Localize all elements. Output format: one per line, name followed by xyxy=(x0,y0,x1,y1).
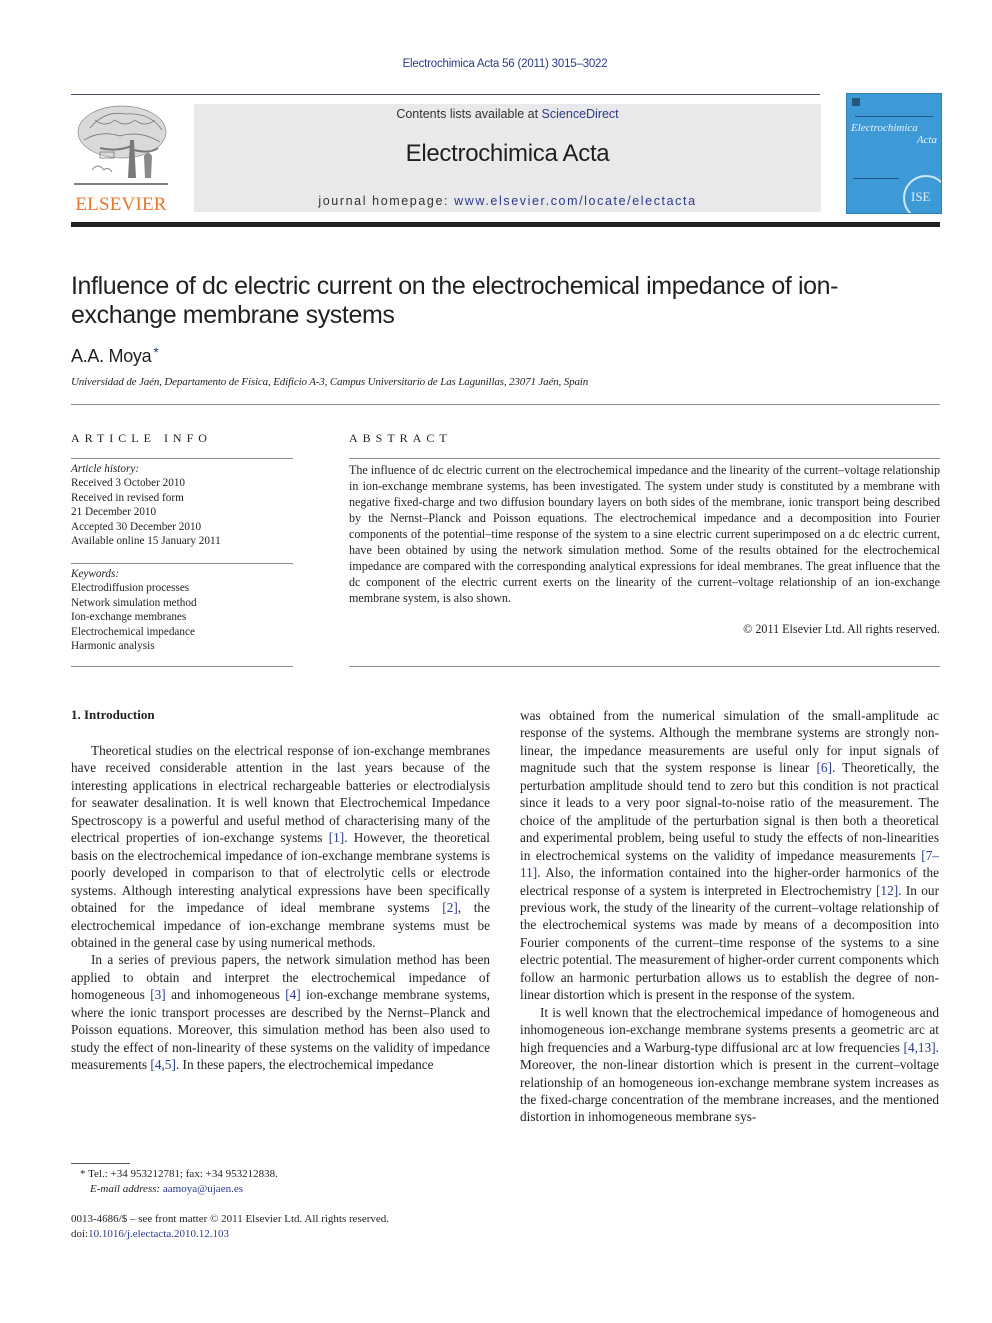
citation-link[interactable]: [1] xyxy=(329,830,345,845)
journal-reference-link[interactable]: Electrochimica Acta 56 (2011) 3015–3022 xyxy=(0,58,992,70)
text: . Theoretically, the perturbation amplit… xyxy=(520,760,939,863)
article-info-heading: ARTICLE INFO xyxy=(71,431,212,445)
affiliation-divider xyxy=(71,404,940,405)
keywords-label: Keywords: xyxy=(71,568,120,580)
header-divider xyxy=(71,94,820,95)
doi-link[interactable]: 10.1016/j.electacta.2010.12.103 xyxy=(88,1228,229,1240)
citation-link[interactable]: [4] xyxy=(285,987,301,1002)
paragraph: It is well known that the electrochemica… xyxy=(520,1004,939,1126)
elsevier-wordmark: ELSEVIER xyxy=(75,194,167,215)
keyword-item: Electrochemical impedance xyxy=(71,625,195,638)
citation-link[interactable]: [2] xyxy=(442,900,458,915)
history-item: 21 December 2010 xyxy=(71,506,157,519)
history-item: Accepted 30 December 2010 xyxy=(71,520,202,533)
footnote-marker: * xyxy=(80,1168,86,1180)
divider xyxy=(349,458,940,459)
author-name: A.A. Moya xyxy=(71,346,152,366)
body-column-left: Theoretical studies on the electrical re… xyxy=(71,742,490,1074)
cover-publisher-mark xyxy=(852,98,860,106)
keyword-item: Network simulation method xyxy=(71,596,197,609)
citation-link[interactable]: [12] xyxy=(876,883,898,898)
paragraph: Theoretical studies on the electrical re… xyxy=(71,742,490,951)
cover-divider xyxy=(855,116,933,117)
paragraph: In a series of previous papers, the netw… xyxy=(71,951,490,1073)
text: and inhomogeneous xyxy=(165,987,286,1003)
history-item: Available online 15 January 2011 xyxy=(71,535,221,548)
contact-numbers: Tel.: +34 953212781; fax: +34 953212838. xyxy=(88,1168,278,1180)
history-item: Received 3 October 2010 xyxy=(71,477,186,490)
abstract-text: The influence of dc electric current on … xyxy=(349,463,940,605)
article-history: Article history: Received 3 October 2010… xyxy=(71,462,301,548)
citation-link[interactable]: [4,5] xyxy=(150,1057,175,1072)
journal-masthead: Contents lists available at ScienceDirec… xyxy=(194,104,821,212)
abstract-heading: ABSTRACT xyxy=(349,431,452,445)
homepage-prefix: journal homepage: xyxy=(318,194,455,208)
cover-title-line1: Electrochimica xyxy=(851,122,918,134)
email-link[interactable]: aamoya@ujaen.es xyxy=(163,1183,243,1195)
cover-title: Electrochimica Acta xyxy=(851,122,937,146)
journal-homepage-link[interactable]: www.elsevier.com/locate/electacta xyxy=(454,194,696,208)
author-affiliation: Universidad de Jaén, Departamento de Fís… xyxy=(71,376,589,388)
article-title: Influence of dc electric current on the … xyxy=(71,272,839,329)
elsevier-logo[interactable]: ELSEVIER xyxy=(70,100,172,216)
divider xyxy=(71,563,293,564)
citation-link[interactable]: [4,13] xyxy=(904,1040,936,1055)
keyword-item: Harmonic analysis xyxy=(71,640,155,653)
citation-link[interactable]: [6] xyxy=(817,760,833,775)
contents-line: Contents lists available at ScienceDirec… xyxy=(194,107,821,121)
journal-cover-thumbnail[interactable]: Electrochimica Acta xyxy=(846,93,942,214)
divider xyxy=(71,458,293,459)
text: It is well known that the electrochemica… xyxy=(520,1004,939,1055)
keywords: Keywords: Electrodiffusion processes Net… xyxy=(71,567,301,653)
keyword-item: Ion-exchange membranes xyxy=(71,611,187,624)
text: . In our previous work, the study of the… xyxy=(520,882,939,1003)
body-column-right: was obtained from the numerical simulati… xyxy=(520,707,939,1126)
contents-prefix: Contents lists available at xyxy=(396,107,542,121)
cover-divider xyxy=(853,178,899,179)
ise-seal-icon xyxy=(903,175,941,213)
header-thick-divider xyxy=(71,222,940,227)
abstract-copyright: © 2011 Elsevier Ltd. All rights reserved… xyxy=(743,622,940,636)
cover-title-line2: Acta xyxy=(916,134,937,146)
paragraph: was obtained from the numerical simulati… xyxy=(520,707,939,1004)
corresponding-author-marker[interactable]: * xyxy=(153,344,158,360)
divider xyxy=(349,666,940,667)
front-matter: 0013-4686/$ – see front matter © 2011 El… xyxy=(71,1212,389,1241)
journal-title: Electrochimica Acta xyxy=(405,140,610,167)
tree-emblem-icon xyxy=(74,105,168,185)
doi-prefix: doi: xyxy=(71,1227,89,1240)
section-heading-introduction: 1. Introduction xyxy=(71,707,155,722)
divider xyxy=(71,666,293,667)
footnote-divider xyxy=(71,1163,130,1164)
issn-line: 0013-4686/$ – see front matter © 2011 El… xyxy=(71,1213,390,1225)
history-label: Article history: xyxy=(71,463,140,475)
sciencedirect-link[interactable]: ScienceDirect xyxy=(542,107,619,121)
keyword-item: Electrodiffusion processes xyxy=(71,582,190,595)
author-line: A.A. Moya * xyxy=(71,344,159,367)
citation-link[interactable]: [3] xyxy=(150,987,166,1002)
email-label: E-mail address: xyxy=(90,1182,163,1195)
text: . In these papers, the electrochemical i… xyxy=(175,1057,434,1073)
corresponding-author-footnote: * Tel.: +34 953212781; fax: +34 95321283… xyxy=(80,1167,278,1196)
history-item: Received in revised form xyxy=(71,491,184,504)
homepage-line: journal homepage: www.elsevier.com/locat… xyxy=(194,194,821,208)
